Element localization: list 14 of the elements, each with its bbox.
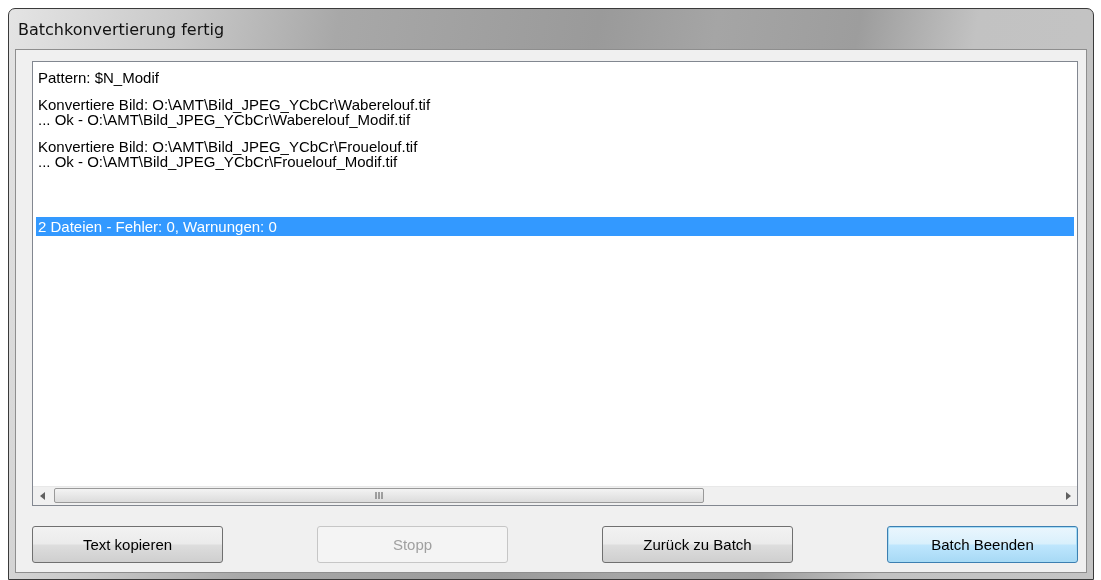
horizontal-scrollbar[interactable] bbox=[33, 486, 1077, 505]
grip-icon bbox=[375, 492, 383, 499]
dialog-button[interactable]: Zurück zu Batch bbox=[602, 526, 793, 563]
log-line[interactable]: Pattern: $N_Modif bbox=[36, 70, 1074, 85]
log-line[interactable]: Konvertiere Bild: O:\AMT\Bild_JPEG_YCbCr\Frouelouf.tif bbox=[36, 139, 1074, 154]
scrollbar-thumb[interactable] bbox=[54, 488, 704, 503]
dialog-button[interactable]: Text kopieren bbox=[32, 526, 223, 563]
log-line[interactable]: Konvertiere Bild: O:\AMT\Bild_JPEG_YCbCr\Waberelouf.tif bbox=[36, 97, 1074, 112]
log-line[interactable]: ... Ok - O:\AMT\Bild_JPEG_YCbCr\Frouelouf_Modif.tif bbox=[36, 154, 1074, 169]
log-line[interactable]: ... Ok - O:\AMT\Bild_JPEG_YCbCr\Waberelouf_Modif.tif bbox=[36, 112, 1074, 127]
window-title: Batchkonvertierung fertig bbox=[18, 19, 225, 39]
left-arrow-icon[interactable] bbox=[39, 492, 45, 500]
dialog-button[interactable]: Batch Beenden bbox=[887, 526, 1078, 563]
right-arrow-icon[interactable] bbox=[1065, 492, 1071, 500]
